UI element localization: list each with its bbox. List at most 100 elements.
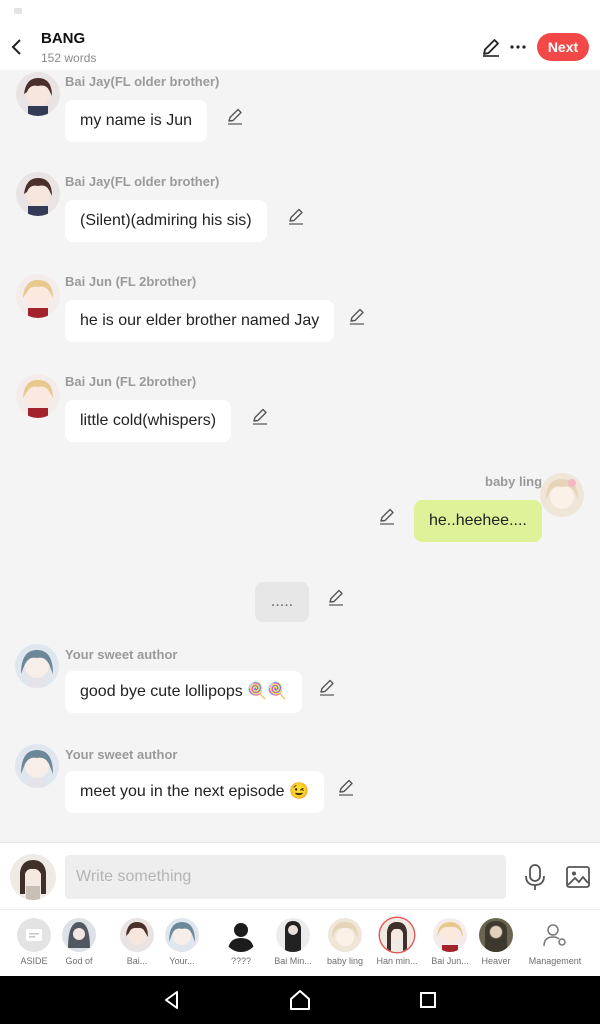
- cast-avatar: [328, 918, 362, 952]
- more-dots-icon: [510, 45, 526, 49]
- aside-label: ASIDE: [20, 956, 48, 966]
- avatar-sweet-author[interactable]: [15, 644, 59, 688]
- aside-button[interactable]: ASIDE: [9, 916, 59, 966]
- edit-message-button[interactable]: [326, 587, 346, 607]
- image-button[interactable]: [565, 865, 591, 889]
- message-bubble[interactable]: (Silent)(admiring his sis): [65, 200, 267, 242]
- pencil-icon: [228, 108, 242, 125]
- aside-icon: [17, 918, 51, 952]
- message-bubble[interactable]: he is our elder brother named Jay: [65, 300, 335, 342]
- cast-label: Bai Min...: [274, 956, 312, 966]
- status-bar: [0, 0, 600, 24]
- edit-pencil-icon: [483, 39, 499, 57]
- cast-label: Your...: [169, 956, 195, 966]
- nav-home-button[interactable]: [288, 988, 312, 1012]
- cast-member[interactable]: Heaver: [471, 916, 521, 966]
- aside-bubble[interactable]: .....: [255, 582, 309, 622]
- cast-label: Bai Jun...: [431, 956, 469, 966]
- nav-recents-button[interactable]: [416, 988, 440, 1012]
- cast-label: baby ling: [326, 956, 364, 966]
- word-count: 152 words: [41, 51, 97, 65]
- speaker-name: Bai Jun (FL 2brother): [65, 374, 197, 389]
- management-icon: [538, 918, 572, 952]
- chat-list[interactable]: Bai Jay(FL older brother) my name is Jun…: [0, 70, 600, 842]
- message-composer: [0, 842, 600, 909]
- cast-label: Bai...: [126, 956, 148, 966]
- notification-icon: [14, 8, 22, 14]
- message-bubble[interactable]: meet you in the next episode 😉: [65, 771, 324, 813]
- message-bubble[interactable]: my name is Jun: [65, 100, 208, 142]
- cast-member[interactable]: Bai Jun...: [425, 916, 475, 966]
- cast-avatar: [62, 918, 96, 952]
- avatar-sweet-author[interactable]: [15, 744, 59, 788]
- cast-member[interactable]: Your...: [157, 916, 207, 966]
- story-title-block: BANG 152 words: [41, 30, 97, 66]
- cast-member[interactable]: ????: [216, 916, 266, 966]
- microphone-icon: [525, 864, 545, 890]
- square-recents-icon: [420, 992, 436, 1008]
- edit-button[interactable]: [480, 36, 502, 58]
- cast-member[interactable]: Bai Min...: [268, 916, 318, 966]
- cast-member-selected[interactable]: Han min...: [372, 916, 422, 966]
- cast-member[interactable]: baby ling: [320, 916, 370, 966]
- back-arrow-icon: [11, 39, 21, 55]
- speaker-name: Bai Jun (FL 2brother): [65, 274, 197, 289]
- next-button[interactable]: Next: [537, 33, 589, 61]
- speaker-name: Bai Jay(FL older brother): [65, 74, 220, 89]
- pencil-icon: [289, 208, 303, 225]
- system-nav-bar: [0, 976, 600, 1024]
- pencil-icon: [320, 679, 334, 696]
- pencil-icon: [329, 589, 343, 606]
- cast-label: ????: [230, 956, 252, 966]
- pencil-icon: [253, 408, 267, 425]
- edit-message-button[interactable]: [250, 406, 270, 426]
- story-title: BANG: [41, 30, 86, 47]
- pencil-icon: [350, 308, 364, 325]
- cast-avatar: [165, 918, 199, 952]
- more-options-button[interactable]: [507, 36, 529, 58]
- avatar-baby-ling[interactable]: [540, 473, 584, 517]
- cast-member[interactable]: God of: [54, 916, 104, 966]
- edit-message-button[interactable]: [377, 506, 397, 526]
- management-button[interactable]: Management: [526, 916, 584, 966]
- avatar-bai-jay[interactable]: [16, 72, 60, 116]
- management-label: Management: [528, 956, 582, 966]
- speaker-name: Your sweet author: [65, 747, 178, 762]
- triangle-back-icon: [165, 991, 178, 1009]
- cast-avatar: [120, 918, 154, 952]
- cast-label: Han min...: [376, 956, 418, 966]
- speaker-name: baby ling: [485, 474, 543, 489]
- cast-label: God of: [65, 956, 93, 966]
- back-button[interactable]: [4, 32, 30, 62]
- top-app-bar: BANG 152 words Next: [0, 24, 600, 70]
- selected-character-avatar[interactable]: [10, 854, 56, 900]
- cast-avatar: [224, 918, 258, 952]
- cast-avatar: [380, 918, 414, 952]
- cast-avatar: [276, 918, 310, 952]
- message-input[interactable]: [65, 855, 506, 899]
- message-bubble[interactable]: good bye cute lollipops 🍭🍭: [65, 671, 303, 713]
- edit-message-button[interactable]: [286, 206, 306, 226]
- cast-label: Heaver: [481, 956, 511, 966]
- image-icon: [566, 866, 590, 888]
- edit-message-button[interactable]: [317, 677, 337, 697]
- message-bubble[interactable]: he..heehee....: [414, 500, 542, 542]
- edit-message-button[interactable]: [336, 777, 356, 797]
- edit-message-button[interactable]: [347, 306, 367, 326]
- character-bar: ASIDE God of Bai... Your... ???? Bai Min…: [0, 909, 600, 976]
- edit-message-button[interactable]: [225, 106, 245, 126]
- message-bubble[interactable]: little cold(whispers): [65, 400, 232, 442]
- avatar-bai-jun[interactable]: [16, 274, 60, 318]
- voice-button[interactable]: [522, 863, 548, 891]
- cast-avatar: [433, 918, 467, 952]
- cast-avatar: [479, 918, 513, 952]
- home-icon: [290, 990, 310, 1010]
- speaker-name: Bai Jay(FL older brother): [65, 174, 220, 189]
- speaker-name: Your sweet author: [65, 647, 178, 662]
- cast-member[interactable]: Bai...: [112, 916, 162, 966]
- nav-back-button[interactable]: [160, 988, 184, 1012]
- avatar-bai-jay[interactable]: [16, 172, 60, 216]
- avatar-bai-jun[interactable]: [16, 374, 60, 418]
- pencil-icon: [380, 508, 394, 525]
- pencil-icon: [339, 779, 353, 796]
